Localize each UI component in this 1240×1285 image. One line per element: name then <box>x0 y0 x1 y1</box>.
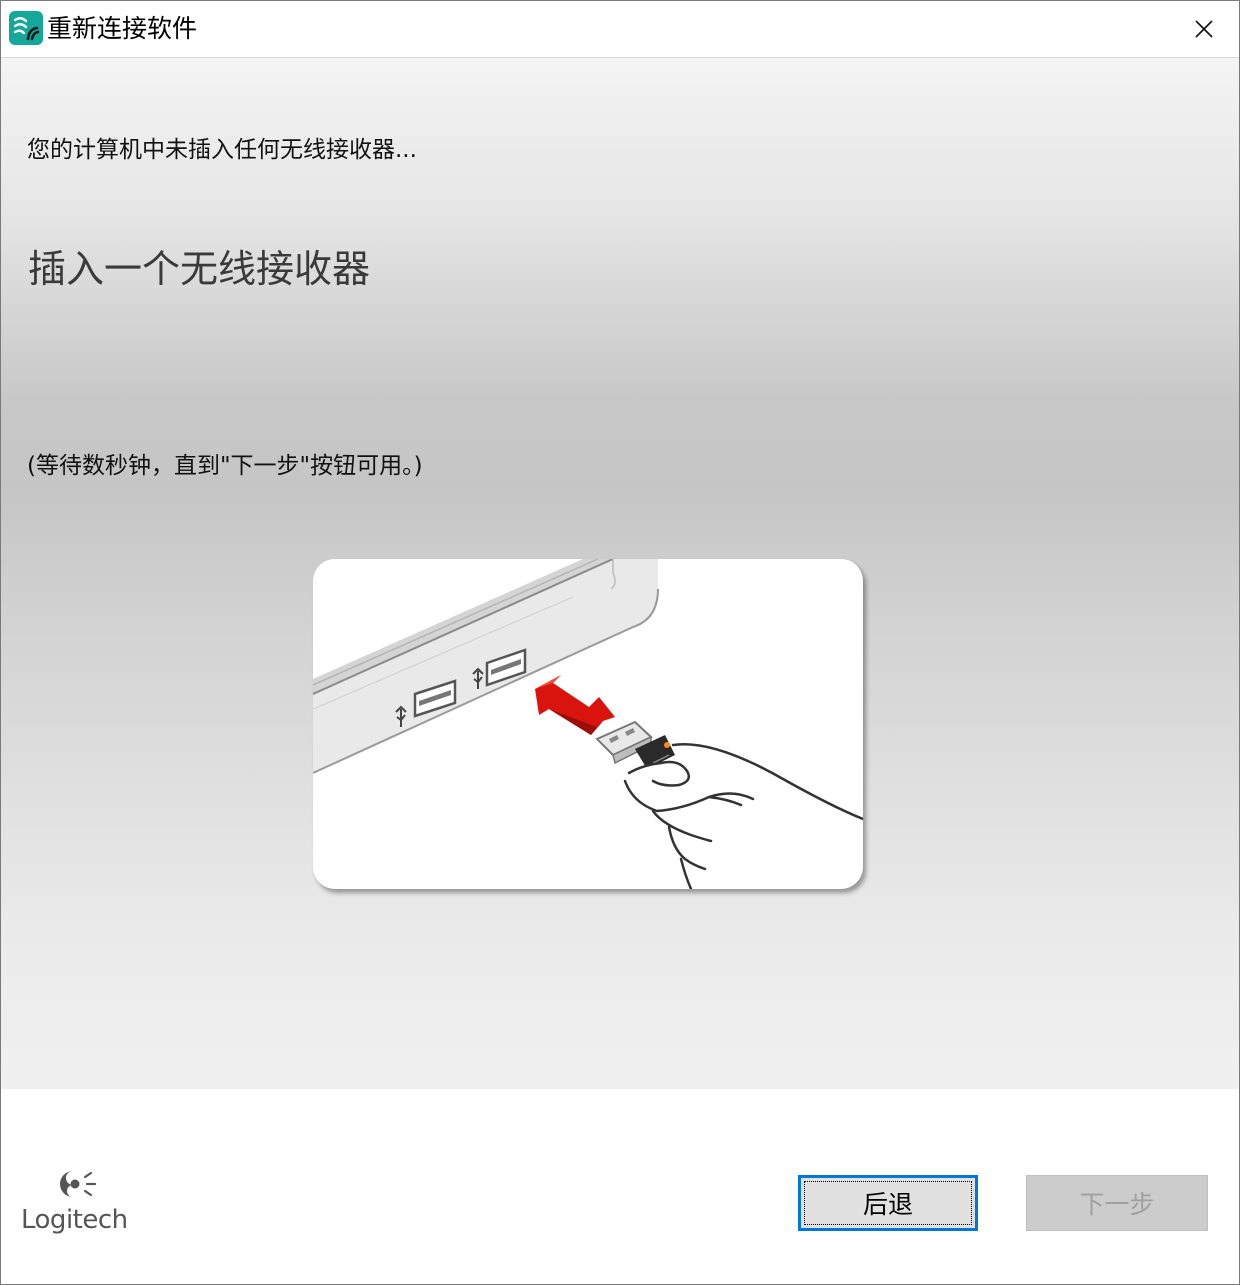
close-button[interactable] <box>1169 1 1239 57</box>
next-button-label: 下一步 <box>1079 1190 1155 1219</box>
logitech-logo: Logitech <box>21 1167 141 1237</box>
reconnect-window: 重新连接软件 您的计算机中未插入任何无线接收器... 插入一个无线接收器 (等待… <box>0 0 1240 1285</box>
wait-instruction: (等待数秒钟，直到"下一步"按钮可用。) <box>27 453 423 479</box>
app-icon <box>9 11 43 45</box>
focus-ring <box>804 1181 972 1225</box>
logitech-logo-icon <box>60 1171 97 1197</box>
window-title: 重新连接软件 <box>47 14 198 43</box>
usb-receiver-illustration <box>313 559 863 889</box>
wizard-content: 您的计算机中未插入任何无线接收器... 插入一个无线接收器 (等待数秒钟，直到"… <box>1 58 1239 1089</box>
insert-arrow <box>535 675 615 735</box>
title-bar: 重新连接软件 <box>1 1 1239 58</box>
logitech-wordmark: Logitech <box>21 1205 128 1235</box>
close-icon <box>1195 20 1213 38</box>
back-button[interactable]: 后退 <box>798 1175 978 1231</box>
hand <box>623 743 863 889</box>
next-button[interactable]: 下一步 <box>1026 1175 1208 1231</box>
page-heading: 插入一个无线接收器 <box>28 247 371 291</box>
status-message: 您的计算机中未插入任何无线接收器... <box>27 137 417 163</box>
